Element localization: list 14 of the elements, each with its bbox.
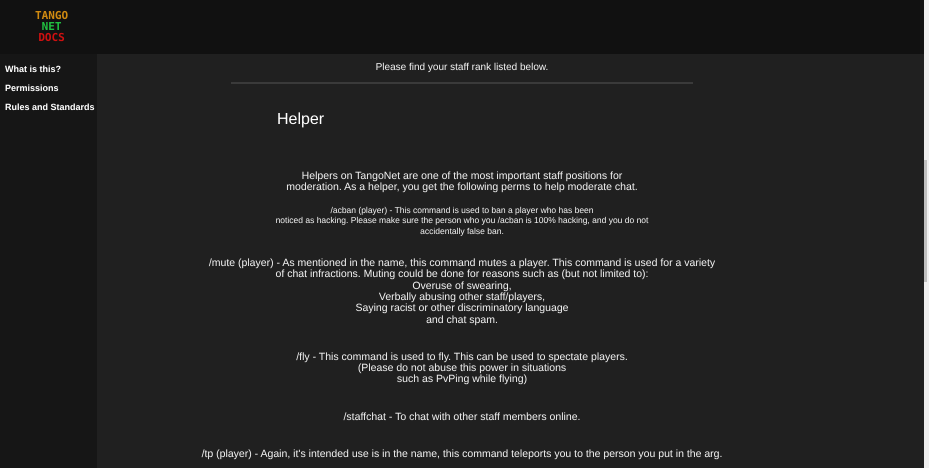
scrollbar[interactable] (924, 0, 929, 468)
paragraph: /staffchat - To chat with other staff members online. (344, 412, 580, 424)
paragraph: /acban (player) - This command is used to ban a player who has been noticed as hacking. Please make sure the person who you /acban is 100% hacking, and you do not accidentally false ban. (276, 204, 648, 236)
sidebar-link[interactable]: Permissions (5, 82, 59, 95)
paragraph: /fly - This command is used to fly. This can be used to spectate players. (Please do not abuse this power in situations such as PvPing while flying) (296, 352, 628, 386)
paragraph: /mute (player) - As mentioned in the name, this command mutes a player. This command is used for a variety of chat infractions. Muting could be done for reasons such as (but not limited to): Overuse of swearing, Verbally abusing other staff/players, Saying racist or other discriminatory language and chat spam. (208, 258, 716, 326)
rank-heading: Helper (277, 110, 324, 130)
intro-text: Please find your staff rank listed below. (376, 62, 548, 74)
scrollbar-thumb[interactable] (924, 160, 927, 282)
sidebar-link[interactable]: What is this? (5, 63, 61, 76)
sidebar-link[interactable]: Rules and Standards (5, 101, 95, 114)
paragraph: Helpers on TangoNet are one of the most important staff positions for moderation. As a helper, you get the following perms to help moderate chat. (286, 171, 638, 194)
paragraph: /tp (player) - Again, it's intended use is in the name, this command teleports you to the person you put in the arg. (202, 449, 722, 460)
logo[interactable]: TANGO NET DOCS (35, 10, 68, 43)
